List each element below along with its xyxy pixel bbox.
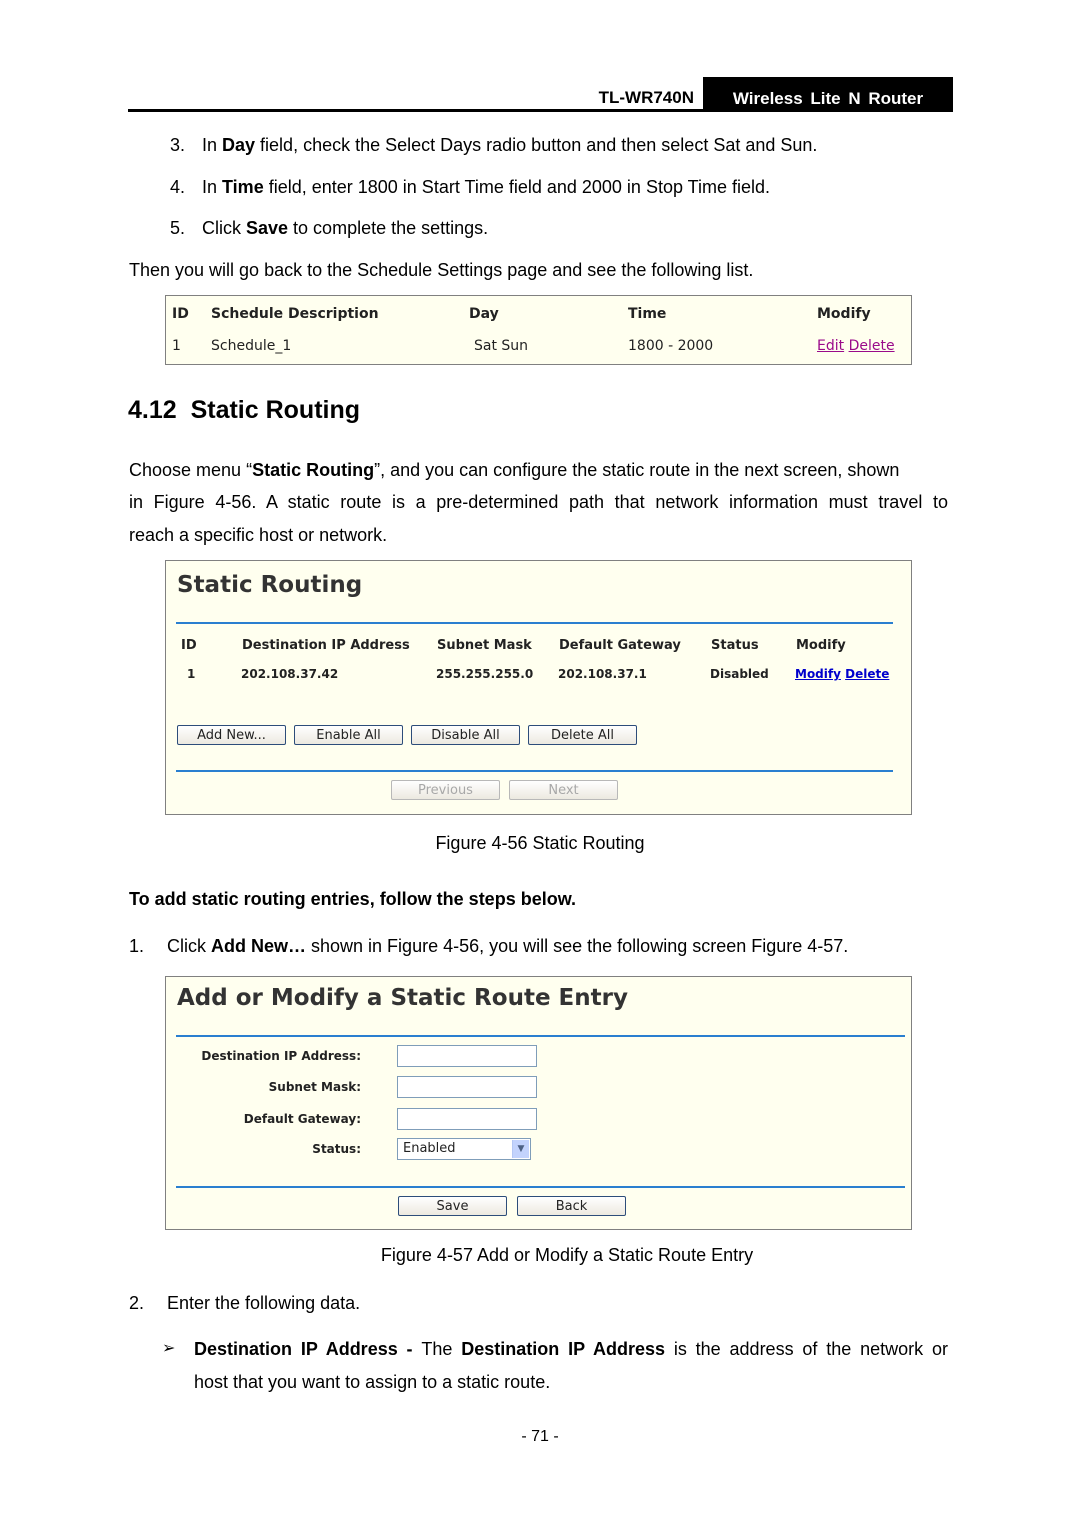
figure-caption: Figure 4-56 Static Routing	[435, 833, 645, 853]
cell-status: Disabled	[710, 667, 769, 681]
status-select-value: Enabled	[403, 1141, 456, 1156]
cell-modify: Edit Delete	[817, 338, 895, 354]
cell-gateway: 202.108.37.1	[558, 667, 647, 681]
header-model: TL-WR740N	[598, 88, 694, 107]
step-text: Enter the following data.	[167, 1293, 361, 1313]
step-number: 2.	[129, 1293, 145, 1313]
section-title: 4.12 Static Routing	[128, 396, 361, 424]
subnet-mask-label: Subnet Mask:	[268, 1080, 361, 1094]
route-entry-panel: Add or Modify a Static Route Entry Desti…	[165, 976, 912, 1230]
cell-time: 1800 - 2000	[628, 338, 714, 354]
previous-button[interactable]: Previous	[391, 780, 500, 800]
divider	[176, 622, 893, 624]
column-header-description: Schedule Description	[211, 306, 379, 322]
cell-day: Sat Sun	[474, 338, 529, 354]
next-button[interactable]: Next	[509, 780, 618, 800]
column-header-modify: Modify	[796, 638, 846, 653]
divider	[176, 1035, 905, 1037]
divider	[176, 770, 893, 772]
cell-modify: Modify Delete	[795, 667, 889, 681]
panel-title: Add or Modify a Static Route Entry	[177, 985, 628, 1011]
column-header-id: ID	[181, 638, 197, 653]
chevron-down-icon[interactable]: ▼	[512, 1140, 529, 1158]
step-text: Click Add New… shown in Figure 4-56, you…	[167, 936, 849, 956]
steps-heading: To add static routing entries, follow th…	[129, 889, 577, 909]
step-number: 4.	[170, 177, 186, 197]
modify-link[interactable]: Modify	[795, 667, 841, 681]
destination-ip-input[interactable]	[397, 1045, 537, 1067]
delete-link[interactable]: Delete	[845, 667, 889, 681]
cell-destination: 202.108.37.42	[241, 667, 339, 681]
column-header-subnet: Subnet Mask	[437, 638, 532, 653]
intro-line-3: reach a specific host or network.	[129, 525, 388, 545]
column-header-gateway: Default Gateway	[559, 638, 681, 653]
back-button[interactable]: Back	[517, 1196, 626, 1216]
column-header-destination: Destination IP Address	[242, 638, 410, 653]
disable-all-button[interactable]: Disable All	[411, 725, 520, 745]
column-header-time: Time	[628, 306, 667, 322]
delete-all-button[interactable]: Delete All	[528, 725, 637, 745]
header-product: Wireless Lite N Router	[703, 77, 953, 112]
enable-all-button[interactable]: Enable All	[294, 725, 403, 745]
edit-link[interactable]: Edit	[817, 338, 844, 354]
cell-id: 1	[187, 667, 196, 681]
static-routing-panel: Static Routing ID Destination IP Address…	[165, 560, 912, 815]
column-header-status: Status	[711, 638, 759, 653]
subnet-mask-input[interactable]	[397, 1076, 537, 1098]
bullet-line-2: host that you want to assign to a static…	[194, 1372, 551, 1392]
step-number: 3.	[170, 135, 186, 155]
delete-link[interactable]: Delete	[849, 338, 895, 354]
default-gateway-label: Default Gateway:	[243, 1112, 361, 1126]
figure-caption: Figure 4-57 Add or Modify a Static Route…	[380, 1245, 754, 1265]
bullet-arrow-icon: ➢	[162, 1340, 176, 1357]
save-button[interactable]: Save	[398, 1196, 507, 1216]
page-number: - 71 -	[521, 1428, 559, 1445]
panel-title: Static Routing	[177, 572, 363, 598]
step-text: Click Save to complete the settings.	[202, 218, 489, 238]
then-text: Then you will go back to the Schedule Se…	[129, 260, 754, 280]
step-text: In Time field, enter 1800 in Start Time …	[202, 177, 770, 197]
status-select[interactable]: Enabled ▼	[397, 1138, 531, 1160]
column-header-id: ID	[172, 306, 189, 322]
default-gateway-input[interactable]	[397, 1108, 537, 1130]
bullet-line-1: Destination IP Address - The Destination…	[194, 1339, 948, 1359]
column-header-modify: Modify	[817, 306, 871, 322]
cell-subnet: 255.255.255.0	[436, 667, 534, 681]
step-number: 5.	[170, 218, 186, 238]
status-label: Status:	[312, 1142, 361, 1156]
destination-ip-label: Destination IP Address:	[201, 1049, 361, 1063]
schedule-list-table: ID Schedule Description Day Time Modify …	[165, 295, 912, 365]
cell-id: 1	[172, 338, 181, 354]
step-text: In Day field, check the Select Days radi…	[202, 135, 818, 155]
intro-line-2: in Figure 4-56. A static route is a pre-…	[129, 492, 948, 512]
cell-description: Schedule_1	[211, 338, 292, 354]
column-header-day: Day	[469, 306, 499, 322]
divider	[176, 1186, 905, 1188]
step-number: 1.	[129, 936, 145, 956]
intro-line-1: Choose menu “Static Routing”, and you ca…	[129, 460, 900, 480]
header-rule	[128, 109, 953, 112]
add-new-button[interactable]: Add New...	[177, 725, 286, 745]
